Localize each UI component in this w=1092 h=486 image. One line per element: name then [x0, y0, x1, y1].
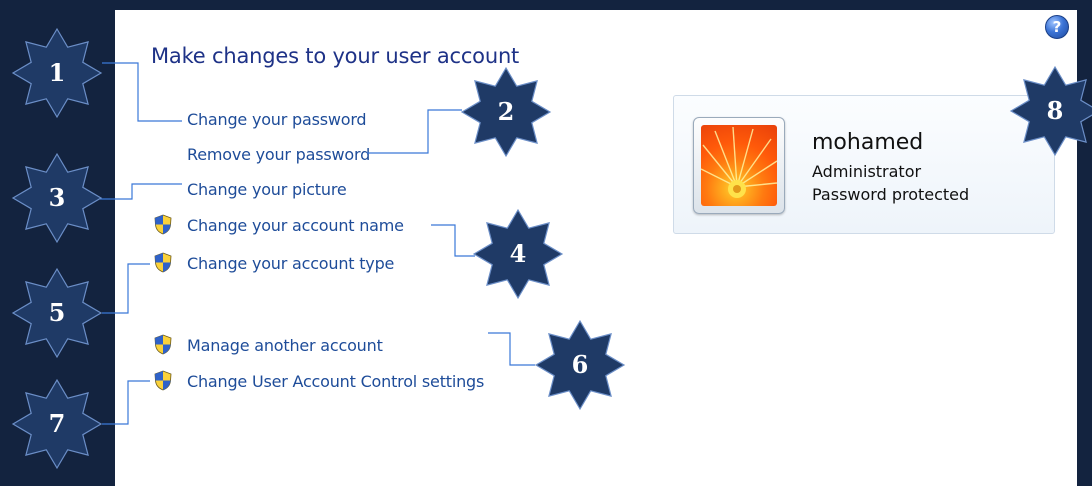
help-icon[interactable]: ?	[1045, 15, 1069, 39]
uac-shield-icon	[154, 334, 172, 355]
change-uac-settings-link[interactable]: Change User Account Control settings	[187, 372, 484, 391]
callout-number: 3	[48, 183, 66, 212]
callout-number: 7	[48, 409, 66, 438]
callout-number: 8	[1046, 96, 1064, 125]
change-picture-link[interactable]: Change your picture	[187, 180, 347, 199]
remove-password-link[interactable]: Remove your password	[187, 145, 370, 164]
callout-badge: 2	[458, 64, 554, 160]
callout-badge: 3	[9, 150, 105, 246]
callout-number: 4	[509, 239, 527, 268]
callout-number: 2	[497, 97, 515, 126]
change-password-link[interactable]: Change your password	[187, 110, 367, 129]
callout-number: 1	[48, 58, 66, 87]
account-username: mohamed	[812, 130, 924, 155]
callout-badge: 1	[9, 25, 105, 121]
uac-shield-icon	[154, 252, 172, 273]
account-role: Administrator	[812, 162, 922, 181]
flower-petals	[701, 126, 777, 198]
callout-number: 6	[571, 350, 589, 379]
callout-badge: 5	[9, 265, 105, 361]
change-account-type-link[interactable]: Change your account type	[187, 254, 394, 273]
change-account-name-link[interactable]: Change your account name	[187, 216, 404, 235]
flower-picture	[701, 125, 777, 206]
callout-number: 5	[48, 298, 66, 327]
manage-another-account-link[interactable]: Manage another account	[187, 336, 383, 355]
account-picture[interactable]	[693, 117, 785, 214]
callout-badge: 8	[1007, 63, 1092, 159]
account-status: Password protected	[812, 185, 970, 204]
uac-shield-icon	[154, 214, 172, 235]
control-panel-content	[115, 10, 1077, 486]
callout-badge: 4	[470, 206, 566, 302]
callout-badge: 7	[9, 376, 105, 472]
callout-badge: 6	[532, 317, 628, 413]
uac-shield-icon	[154, 370, 172, 391]
